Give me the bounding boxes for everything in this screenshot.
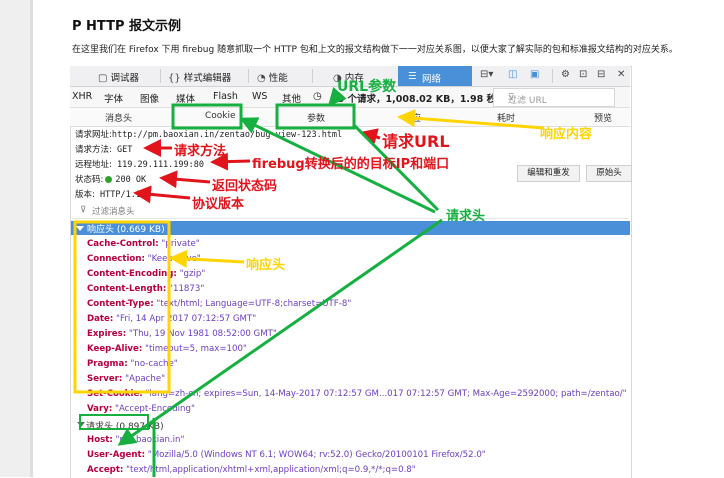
- response-content-annotation: 响应内容: [540, 127, 593, 142]
- cookie-highlight-box: [171, 103, 243, 130]
- request-method-annotation: 请求方法: [174, 144, 227, 159]
- protocol-version-arrow: [133, 185, 191, 204]
- target-ip-port-annotation: firebug转换后的的目标IP和端口: [252, 157, 450, 172]
- url-params-arrow: [328, 86, 347, 107]
- status-code-arrow: [159, 170, 211, 189]
- request-headers-annotation: 请求头: [446, 209, 486, 224]
- annotation-overlay: [73, 86, 545, 477]
- target-ip-arrow: [210, 152, 251, 171]
- request-headers-highlight-box: [79, 414, 149, 430]
- params-highlight-box: [275, 103, 356, 130]
- protocol-version-annotation: 协议版本: [192, 197, 245, 212]
- status-code-annotation: 返回状态码: [212, 179, 278, 194]
- response-content-arrow: [397, 109, 545, 130]
- request-url-annotation: 请求URL: [382, 132, 450, 151]
- response-headers-arrow: [169, 249, 245, 268]
- url-params-annotation: URL参数: [337, 79, 397, 95]
- response-headers-highlight-box: [73, 220, 171, 394]
- response-headers-annotation: 响应头: [246, 258, 286, 273]
